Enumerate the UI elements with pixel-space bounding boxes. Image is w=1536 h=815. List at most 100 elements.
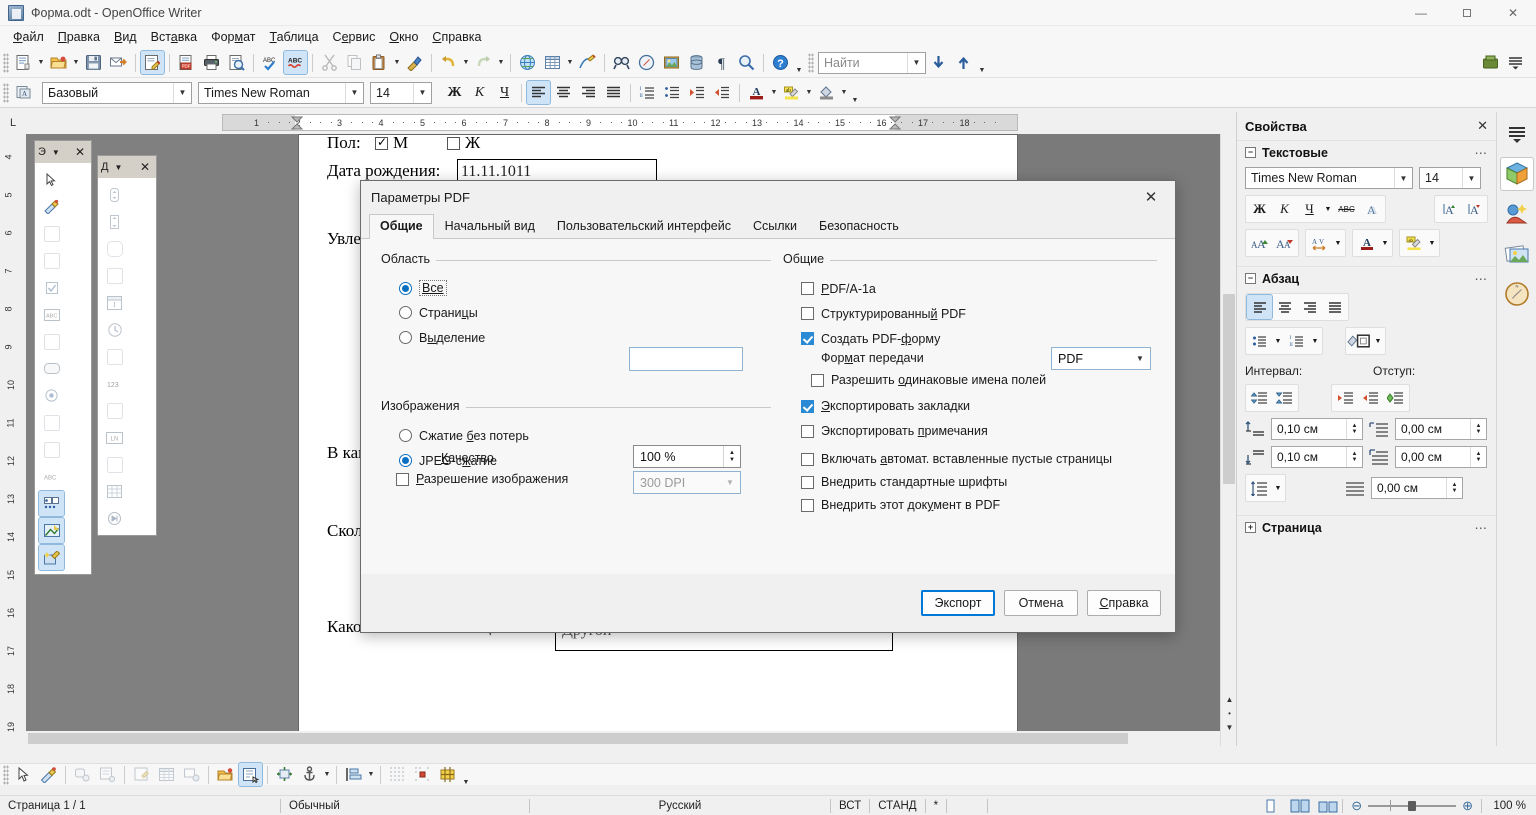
group-box-control-icon[interactable] (102, 398, 127, 423)
view-layout-multi-page-icon[interactable] (1286, 796, 1314, 815)
zoom-slider-track[interactable] (1368, 799, 1457, 811)
checkbox-create-pdf-form-indicator[interactable] (801, 332, 814, 345)
spacing-above-stepper[interactable]: ▲ ▼ (1346, 419, 1362, 439)
close-icon[interactable]: ✕ (72, 145, 88, 159)
paste-dropdown-icon[interactable]: ▼ (392, 51, 402, 74)
formatted-field-icon[interactable] (39, 329, 64, 354)
status-page[interactable]: Страница 1 / 1 (0, 796, 280, 815)
list-box-control-icon[interactable] (39, 410, 64, 435)
chevron-down-icon[interactable]: ▼ (720, 472, 740, 493)
find-toolbar-overflow-icon[interactable]: ▼ (976, 50, 988, 76)
find-previous-icon[interactable] (952, 51, 975, 74)
sidebar-close-icon[interactable]: ✕ (1477, 118, 1488, 134)
checkbox-embed-document[interactable]: Внедрить этот документ в PDF (801, 498, 1000, 512)
open-document-dropdown-icon[interactable]: ▼ (71, 51, 81, 74)
unordered-list-icon[interactable] (661, 81, 684, 104)
increase-paragraph-spacing-icon[interactable] (1247, 386, 1272, 410)
table-control-icon[interactable] (155, 763, 178, 786)
sidebar-strikethrough-button[interactable]: ABC (1334, 197, 1359, 221)
doc-checkbox-female[interactable] (447, 137, 460, 150)
sidebar-unordered-list-dropdown-icon[interactable]: ▼ (1272, 329, 1284, 353)
status-zoom-value[interactable]: 100 % (1482, 796, 1536, 815)
image-resolution-select[interactable]: 300 DPI ▼ (633, 471, 741, 494)
decrease-font-size-icon[interactable]: A (1461, 197, 1486, 221)
sidebar-bold-button[interactable]: Ж (1247, 197, 1272, 221)
position-size-icon[interactable] (273, 763, 296, 786)
first-line-indent-marker[interactable] (291, 116, 303, 130)
sidebar-underline-button[interactable]: Ч (1297, 197, 1322, 221)
sidebar-background-dropdown-icon[interactable]: ▼ (1372, 329, 1384, 353)
table-icon[interactable] (541, 51, 564, 74)
sidebar-ordered-list-icon[interactable]: I II (1284, 329, 1309, 353)
sidebar-highlight-color-icon[interactable]: ab (1401, 231, 1426, 255)
chevron-down-icon[interactable]: ▼ (52, 148, 60, 157)
indent-after-spinbox[interactable]: 0,00 см ▲ ▼ (1395, 446, 1487, 468)
undo-icon[interactable] (437, 51, 460, 74)
gallery-deck-icon[interactable] (1501, 238, 1533, 270)
vertical-scrollbar-thumb[interactable] (1223, 294, 1235, 484)
snap-to-grid-icon[interactable] (411, 763, 434, 786)
chevron-down-icon[interactable]: ▼ (345, 82, 363, 103)
increase-indent-icon[interactable] (686, 81, 709, 104)
menu-format[interactable]: Формат (204, 28, 262, 46)
font-name-combobox[interactable]: Times New Roman ▼ (198, 81, 364, 104)
design-mode-icon[interactable] (39, 194, 64, 219)
chevron-down-icon[interactable]: ▼ (114, 163, 122, 172)
horizontal-scrollbar-thumb[interactable] (28, 733, 1128, 744)
file-selection-control-icon[interactable] (102, 344, 127, 369)
sidebar-settings-menu-icon[interactable] (1504, 51, 1527, 74)
transfer-format-select[interactable]: PDF ▼ (1051, 347, 1151, 370)
table-control-icon[interactable]: I (102, 290, 127, 315)
italic-button[interactable]: К (468, 81, 491, 104)
spelling-icon[interactable]: ABC (259, 51, 282, 74)
edit-file-icon[interactable] (140, 50, 165, 75)
image-resolution-check-indicator[interactable] (396, 472, 409, 486)
bottom-toolbar-overflow-icon[interactable]: ▼ (460, 762, 472, 788)
collapse-icon[interactable]: − (1245, 147, 1256, 158)
copy-icon[interactable] (343, 51, 366, 74)
zoom-slider-knob[interactable] (1408, 800, 1417, 811)
sidebar-unordered-list-icon[interactable] (1247, 329, 1272, 353)
zoom-out-icon[interactable]: ⊖ (1351, 798, 1362, 814)
checkbox-export-bookmarks-indicator[interactable] (801, 399, 814, 413)
checkbox-allow-duplicate-names-indicator[interactable] (811, 373, 824, 387)
vertical-ruler[interactable]: 4 5 6 7 8 9 10 11 12 13 14 15 16 17 18 19 (0, 134, 26, 746)
data-sources-icon[interactable] (685, 51, 708, 74)
sidebar-underline-dropdown-icon[interactable]: ▼ (1322, 197, 1334, 221)
zoom-slider[interactable]: ⊖ ⊕ (1343, 796, 1481, 815)
background-color-dropdown-icon[interactable]: ▼ (839, 81, 849, 104)
control-properties-icon[interactable] (71, 763, 94, 786)
collapse-icon[interactable]: − (1245, 273, 1256, 284)
checkbox-auto-blank-pages[interactable]: Включать автомат. вставленные пустые стр… (801, 452, 1112, 466)
horizontal-scrollbar[interactable] (26, 731, 1220, 746)
display-grid-icon[interactable] (386, 763, 409, 786)
radio-jpeg-indicator[interactable] (399, 454, 412, 467)
increase-indent-icon[interactable] (1333, 386, 1358, 410)
add-field-icon[interactable] (180, 763, 203, 786)
push-button-control-icon[interactable] (39, 356, 64, 381)
indent-before-spinbox[interactable]: 0,00 см ▲ ▼ (1395, 418, 1487, 440)
sidebar-italic-button[interactable]: К (1272, 197, 1297, 221)
right-indent-marker[interactable] (889, 116, 901, 130)
label-field-control-icon[interactable]: ABC (39, 464, 64, 489)
quality-spinbox[interactable]: 100 % ▲ ▼ (633, 445, 741, 468)
find-toolbar-grip[interactable] (808, 52, 814, 73)
checkbox-pdfa1a-indicator[interactable] (801, 282, 814, 295)
tab-links[interactable]: Ссылки (742, 214, 808, 238)
checkbox-export-comments-indicator[interactable] (801, 424, 814, 438)
image-resolution-checkbox[interactable]: Разрешение изображения (396, 472, 568, 486)
tab-general[interactable]: Общие (369, 214, 434, 239)
close-button[interactable]: ✕ (1490, 0, 1536, 26)
open-in-design-mode-icon[interactable] (214, 763, 237, 786)
help-button[interactable]: Справка (1087, 590, 1161, 616)
pages-range-input[interactable] (629, 347, 743, 371)
doc-checkbox-male[interactable] (375, 135, 388, 150)
sidebar-shadow-button[interactable]: AA (1359, 197, 1384, 221)
numeric-field-control-icon[interactable]: 123 (102, 371, 127, 396)
status-page-style[interactable]: Обычный (281, 796, 529, 815)
status-modified[interactable]: * (926, 796, 946, 815)
character-spacing-dropdown-icon[interactable]: ▼ (1332, 231, 1344, 255)
sidebar-align-left-icon[interactable] (1246, 294, 1273, 320)
checkbox-auto-blank-pages-indicator[interactable] (801, 452, 814, 466)
align-right-icon[interactable] (577, 81, 600, 104)
